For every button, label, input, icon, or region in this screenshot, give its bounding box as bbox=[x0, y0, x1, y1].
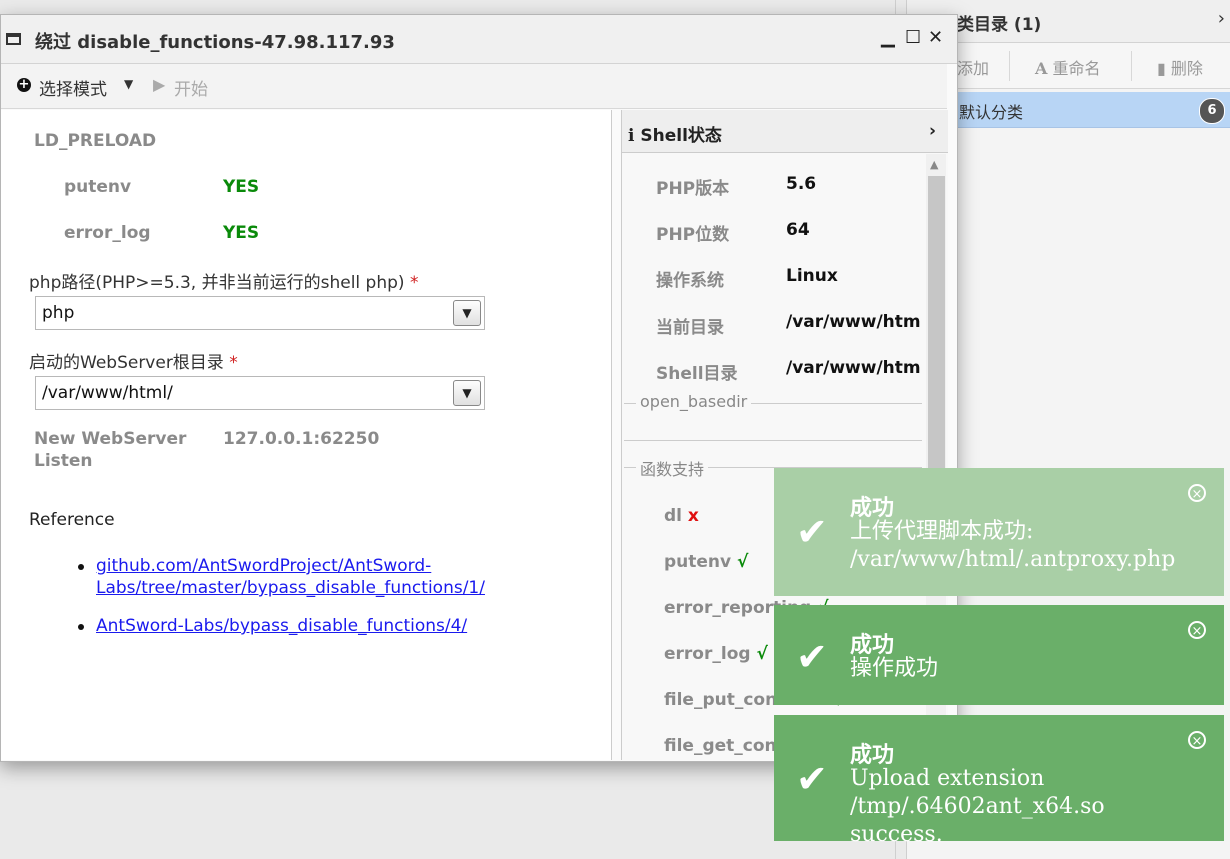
caret-down-icon[interactable]: ▼ bbox=[124, 77, 133, 91]
reference-item: github.com/AntSwordProject/AntSword- Labs… bbox=[78, 555, 516, 599]
shell-status-header: i Shell状态 › bbox=[622, 110, 948, 153]
add-label: 添加 bbox=[957, 59, 990, 78]
info-value: /var/www/htm bbox=[786, 358, 921, 378]
php-path-label: php路径(PHP>=5.3, 并非当前运行的shell php) * bbox=[29, 268, 418, 293]
info-value: Linux bbox=[786, 266, 838, 286]
category-panel-title: 类目录 (1) bbox=[957, 15, 1042, 35]
category-item-label: 默认分类 bbox=[959, 103, 1024, 122]
reference-link-line: github.com/AntSwordProject/AntSword- bbox=[96, 556, 432, 576]
rename-label: 重命名 bbox=[1052, 59, 1101, 78]
font-icon: A bbox=[1035, 59, 1048, 78]
select-mode-button[interactable]: 选择模式 bbox=[39, 75, 107, 100]
function-name: error_log bbox=[664, 644, 751, 664]
toast-notification[interactable]: ✔ 成功 上传代理脚本成功: /var/www/html/.antproxy.p… bbox=[774, 468, 1224, 596]
toast-message: 操作成功 bbox=[850, 656, 939, 681]
required-mark: * bbox=[229, 353, 238, 373]
toast-message: Upload extension /tmp/.64602ant_x64.so s… bbox=[850, 766, 1105, 847]
minimize-icon[interactable]: ▁ bbox=[881, 27, 895, 48]
info-key: 操作系统 bbox=[656, 271, 724, 291]
add-category-button[interactable]: 添加 bbox=[957, 55, 989, 79]
close-circle-icon[interactable]: × bbox=[1188, 484, 1206, 502]
function-item: dl x bbox=[664, 506, 699, 526]
close-icon[interactable]: ✕ bbox=[928, 27, 943, 48]
check-icon: √ bbox=[737, 552, 749, 572]
rename-category-button[interactable]: A 重命名 bbox=[1035, 55, 1101, 79]
toolbar-separator bbox=[1131, 51, 1132, 81]
function-name: dl bbox=[664, 506, 682, 526]
open-basedir-label: open_basedir bbox=[636, 392, 752, 411]
required-mark: * bbox=[409, 273, 419, 293]
shell-status-title-text: Shell状态 bbox=[640, 126, 722, 146]
checkmark-icon: ✔ bbox=[796, 635, 828, 679]
webroot-select[interactable]: /var/www/html/ ▼ bbox=[35, 376, 485, 410]
webroot-label: 启动的WebServer根目录 * bbox=[29, 348, 238, 373]
reference-item: AntSword-Labs/bypass_disable_functions/4… bbox=[78, 615, 516, 637]
window-toolbar: + 选择模式 ▼ ▶ 开始 bbox=[1, 64, 947, 109]
functions-label: 函数支持 bbox=[636, 456, 709, 480]
new-webserver-value: 127.0.0.1:62250 bbox=[223, 429, 380, 449]
toast-notification[interactable]: ✔ 成功 操作成功 × bbox=[774, 605, 1224, 705]
scrollbar-thumb[interactable] bbox=[928, 176, 945, 486]
reference-link[interactable]: github.com/AntSwordProject/AntSword- Labs… bbox=[96, 556, 485, 598]
category-count-badge: 6 bbox=[1199, 98, 1225, 124]
info-key: PHP位数 bbox=[656, 225, 730, 245]
info-value: 5.6 bbox=[786, 174, 817, 194]
info-key: PHP版本 bbox=[656, 179, 730, 199]
toast-notification[interactable]: ✔ 成功 Upload extension /tmp/.64602ant_x64… bbox=[774, 715, 1224, 847]
webroot-value: /var/www/html/ bbox=[42, 383, 173, 403]
reference-link[interactable]: AntSword-Labs/bypass_disable_functions/4… bbox=[96, 616, 467, 636]
close-circle-icon[interactable]: × bbox=[1188, 621, 1206, 639]
maximize-icon[interactable]: ☐ bbox=[905, 27, 921, 48]
play-icon: ▶ bbox=[153, 75, 166, 94]
info-key: Shell目录 bbox=[656, 364, 738, 384]
open-basedir-fieldset: open_basedir bbox=[624, 392, 922, 441]
window-titlebar[interactable]: 绕过 disable_functions-47.98.117.93 ▁ ☐ ✕ bbox=[1, 15, 957, 64]
info-value: /var/www/htm bbox=[786, 312, 921, 332]
function-item: putenv √ bbox=[664, 552, 748, 572]
function-name: putenv bbox=[664, 552, 732, 572]
toast-message: 上传代理脚本成功: /var/www/html/.antproxy.php bbox=[850, 519, 1176, 572]
info-icon: i bbox=[628, 126, 635, 146]
close-circle-icon[interactable]: × bbox=[1188, 731, 1206, 749]
reference-link-line: AntSword-Labs/bypass_disable_functions/4… bbox=[96, 616, 468, 636]
cross-icon: x bbox=[687, 506, 699, 526]
check-icon: √ bbox=[756, 644, 768, 664]
check-status: YES bbox=[223, 177, 260, 197]
reference-list: github.com/AntSwordProject/AntSword- Labs… bbox=[78, 555, 516, 653]
window-icon bbox=[6, 33, 21, 45]
chevron-right-icon[interactable]: › bbox=[1218, 8, 1225, 29]
bypass-form-panel: LD_PRELOAD putenv YES error_log YES php路… bbox=[1, 110, 612, 760]
check-name: error_log bbox=[64, 223, 151, 243]
new-webserver-label: New WebServer bbox=[34, 429, 187, 449]
reference-link-line: Labs/tree/master/bypass_disable_function… bbox=[96, 578, 485, 598]
ld-preload-label: LD_PRELOAD bbox=[34, 131, 157, 151]
chevron-down-icon[interactable]: ▼ bbox=[453, 300, 481, 326]
scroll-up-icon[interactable]: ▲ bbox=[930, 158, 938, 171]
function-item: error_log √ bbox=[664, 644, 768, 664]
toolbar-separator bbox=[1009, 51, 1010, 81]
shell-status-title: i Shell状态 bbox=[628, 121, 722, 146]
chevron-right-icon[interactable]: › bbox=[929, 121, 936, 141]
info-key: 当前目录 bbox=[656, 318, 724, 338]
reference-title: Reference bbox=[29, 510, 115, 530]
window-title: 绕过 disable_functions-47.98.117.93 bbox=[35, 32, 395, 53]
chevron-down-icon[interactable]: ▼ bbox=[453, 380, 481, 406]
start-button[interactable]: 开始 bbox=[174, 75, 208, 100]
check-name: putenv bbox=[64, 177, 132, 197]
delete-label: 删除 bbox=[1170, 59, 1203, 78]
checkmark-icon: ✔ bbox=[796, 757, 828, 801]
delete-category-button[interactable]: ▮ 删除 bbox=[1157, 55, 1203, 79]
info-value: 64 bbox=[786, 220, 810, 240]
webroot-label-text: 启动的WebServer根目录 bbox=[29, 353, 224, 373]
new-webserver-label-2: Listen bbox=[34, 451, 93, 471]
plus-circle-icon: + bbox=[17, 77, 31, 92]
checkmark-icon: ✔ bbox=[796, 510, 828, 554]
php-path-select[interactable]: php ▼ bbox=[35, 296, 485, 330]
php-path-label-text: php路径(PHP>=5.3, 并非当前运行的shell php) bbox=[29, 273, 405, 293]
check-status: YES bbox=[223, 223, 260, 243]
php-path-value: php bbox=[42, 303, 75, 323]
trash-icon: ▮ bbox=[1157, 59, 1166, 78]
